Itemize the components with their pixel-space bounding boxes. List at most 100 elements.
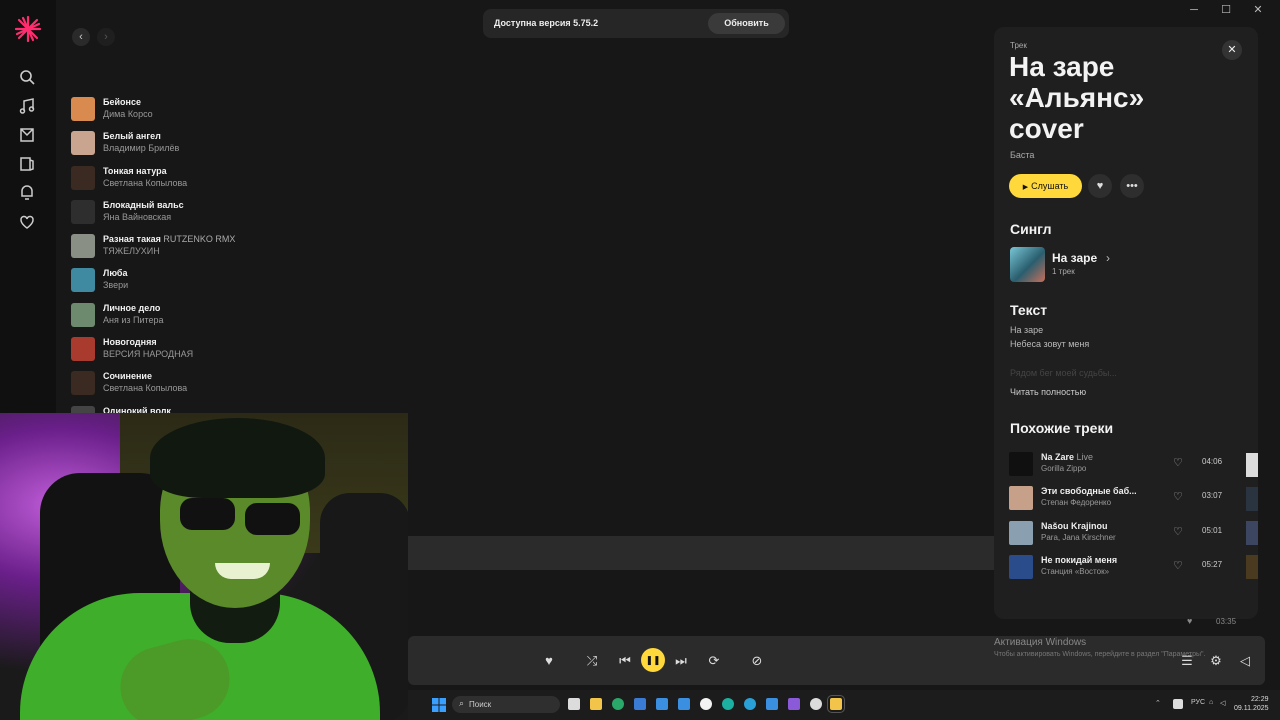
- pause-button[interactable]: ❚❚: [641, 648, 665, 672]
- single-cover[interactable]: [1010, 247, 1045, 282]
- panel-artist-link[interactable]: Баста: [1010, 150, 1034, 160]
- track-title[interactable]: Белый ангел: [103, 131, 161, 141]
- app-icon[interactable]: [722, 698, 734, 710]
- similar-track-title[interactable]: Не покидай меня: [1041, 555, 1117, 565]
- track-title[interactable]: Новогодняя: [103, 337, 157, 347]
- search-icon[interactable]: [17, 67, 37, 87]
- dislike-icon[interactable]: ⊘: [747, 651, 767, 671]
- track-row[interactable]: Белый ангел Владимир Брилёв: [70, 129, 400, 163]
- similar-track-title[interactable]: Našou Krajinou: [1041, 521, 1108, 531]
- track-title[interactable]: Разная такая RUTZENKO RMX: [103, 234, 235, 244]
- clock[interactable]: 22:29 09.11.2025: [1234, 695, 1269, 713]
- track-cover[interactable]: [71, 268, 95, 293]
- repeat-icon[interactable]: ⟳: [704, 651, 724, 671]
- library-icon[interactable]: [17, 154, 37, 174]
- track-row[interactable]: Разная такая RUTZENKO RMX ТЯЖЕЛУХИН: [70, 232, 400, 266]
- track-row[interactable]: Блокадный вальс Яна Вайновская: [70, 198, 400, 232]
- music-note-icon[interactable]: [17, 96, 37, 116]
- heart-icon[interactable]: ♡: [1173, 456, 1183, 469]
- track-artist[interactable]: Звери: [103, 280, 128, 290]
- previous-icon[interactable]: ⏮: [615, 651, 635, 671]
- track-title[interactable]: Сочинение: [103, 371, 152, 381]
- similar-track-title[interactable]: Na Zare Live: [1041, 452, 1093, 462]
- yandex-music-taskbar-icon[interactable]: [827, 695, 845, 713]
- track-row[interactable]: Новогодняя ВЕРСИЯ НАРОДНАЯ: [70, 335, 400, 369]
- track-row[interactable]: Сочинение Светлана Копылова: [70, 369, 400, 403]
- listen-button[interactable]: ▶ Слушать: [1009, 174, 1082, 198]
- read-all-link[interactable]: Читать полностью: [1010, 387, 1086, 397]
- track-cover[interactable]: [71, 199, 95, 224]
- store-icon[interactable]: [634, 698, 646, 710]
- heart-icon[interactable]: ♡: [1173, 559, 1183, 572]
- app-icon[interactable]: [788, 698, 800, 710]
- shuffle-icon[interactable]: ⤮: [582, 651, 602, 671]
- similar-track-cover[interactable]: [1009, 486, 1033, 511]
- track-title[interactable]: Личное дело: [103, 303, 160, 313]
- heart-icon[interactable]: ♡: [1173, 525, 1183, 538]
- next-icon[interactable]: ⏭: [671, 651, 691, 671]
- speaker-icon[interactable]: ◁: [1220, 699, 1225, 707]
- track-artist[interactable]: ТЯЖЕЛУХИН: [103, 246, 160, 256]
- file-explorer-icon[interactable]: [590, 698, 602, 710]
- more-options-button[interactable]: •••: [1120, 174, 1144, 198]
- track-artist[interactable]: Светлана Копылова: [103, 383, 187, 393]
- track-artist[interactable]: ВЕРСИЯ НАРОДНАЯ: [103, 349, 193, 359]
- track-row[interactable]: Бейонсе Дима Корсо: [70, 95, 400, 129]
- track-cover[interactable]: [71, 337, 95, 362]
- minimize-button[interactable]: ─: [1178, 3, 1210, 17]
- heart-icon[interactable]: [17, 212, 37, 232]
- maximize-button[interactable]: ☐: [1210, 3, 1242, 17]
- close-window-button[interactable]: ✕: [1242, 3, 1274, 17]
- similar-track-row[interactable]: Не покидай меня Станция «Восток» ♡ 05:27: [1009, 552, 1249, 586]
- heart-icon[interactable]: ♥: [1187, 616, 1192, 626]
- collection-icon[interactable]: [17, 125, 37, 145]
- heart-icon[interactable]: ♡: [1173, 490, 1183, 503]
- edge-browser-icon[interactable]: [612, 698, 624, 710]
- tray-chevron-icon[interactable]: ⌃: [1155, 699, 1161, 707]
- taskbar-search[interactable]: ⌕ Поиск: [452, 696, 560, 713]
- similar-track-row[interactable]: Našou Krajinou Para, Jana Kirschner ♡ 05:0…: [1009, 518, 1249, 552]
- similar-track-cover[interactable]: [1009, 520, 1033, 545]
- track-cover[interactable]: [71, 302, 95, 327]
- track-cover[interactable]: [71, 131, 95, 156]
- similar-track-row[interactable]: Na Zare Live Gorilla Zippo ♡ 04:06: [1009, 449, 1249, 483]
- volume-icon[interactable]: ◁: [1235, 651, 1255, 671]
- todo-icon[interactable]: [678, 698, 690, 710]
- track-artist[interactable]: Аня из Питера: [103, 315, 164, 325]
- app-icon[interactable]: [810, 698, 822, 710]
- track-cover[interactable]: [71, 165, 95, 190]
- tray-app-icon[interactable]: [1173, 699, 1183, 709]
- app-icon[interactable]: [766, 698, 778, 710]
- app-logo-icon[interactable]: [14, 15, 42, 43]
- similar-track-cover[interactable]: [1009, 452, 1033, 476]
- similar-track-title[interactable]: Эти свободные баб...: [1041, 486, 1137, 496]
- forward-button[interactable]: ›: [97, 28, 115, 46]
- equalizer-icon[interactable]: ⚙: [1206, 651, 1226, 671]
- similar-track-artist[interactable]: Степан Федоренко: [1041, 498, 1111, 507]
- track-title[interactable]: Тонкая натура: [103, 166, 167, 176]
- track-row[interactable]: Тонкая натура Светлана Копылова: [70, 164, 400, 198]
- windows-start-icon[interactable]: [432, 698, 446, 712]
- similar-track-row[interactable]: Эти свободные баб... Степан Федоренко ♡ 03…: [1009, 483, 1249, 517]
- update-button[interactable]: Обновить: [708, 13, 785, 34]
- track-artist[interactable]: Светлана Копылова: [103, 178, 187, 188]
- similar-track-artist[interactable]: Gorilla Zippo: [1041, 464, 1086, 473]
- similar-track-cover[interactable]: [1009, 554, 1033, 579]
- track-row[interactable]: Личное дело Аня из Питера: [70, 301, 400, 335]
- yandex-browser-icon[interactable]: [700, 698, 712, 710]
- back-button[interactable]: ‹: [72, 28, 90, 46]
- track-cover[interactable]: [71, 371, 95, 396]
- track-title[interactable]: Бейонсе: [103, 97, 141, 107]
- track-title[interactable]: Блокадный вальс: [103, 200, 184, 210]
- single-title-link[interactable]: На заре: [1052, 251, 1097, 265]
- like-button[interactable]: ♥: [1088, 174, 1112, 198]
- track-title[interactable]: Люба: [103, 268, 127, 278]
- close-panel-button[interactable]: ✕: [1222, 40, 1242, 60]
- mail-icon[interactable]: [656, 698, 668, 710]
- track-cover[interactable]: [71, 234, 95, 259]
- tray-language[interactable]: РУС: [1191, 699, 1205, 706]
- track-artist[interactable]: Дима Корсо: [103, 109, 153, 119]
- task-view-icon[interactable]: [568, 698, 580, 710]
- network-icon[interactable]: ⌂: [1209, 699, 1213, 706]
- track-cover[interactable]: [71, 97, 95, 121]
